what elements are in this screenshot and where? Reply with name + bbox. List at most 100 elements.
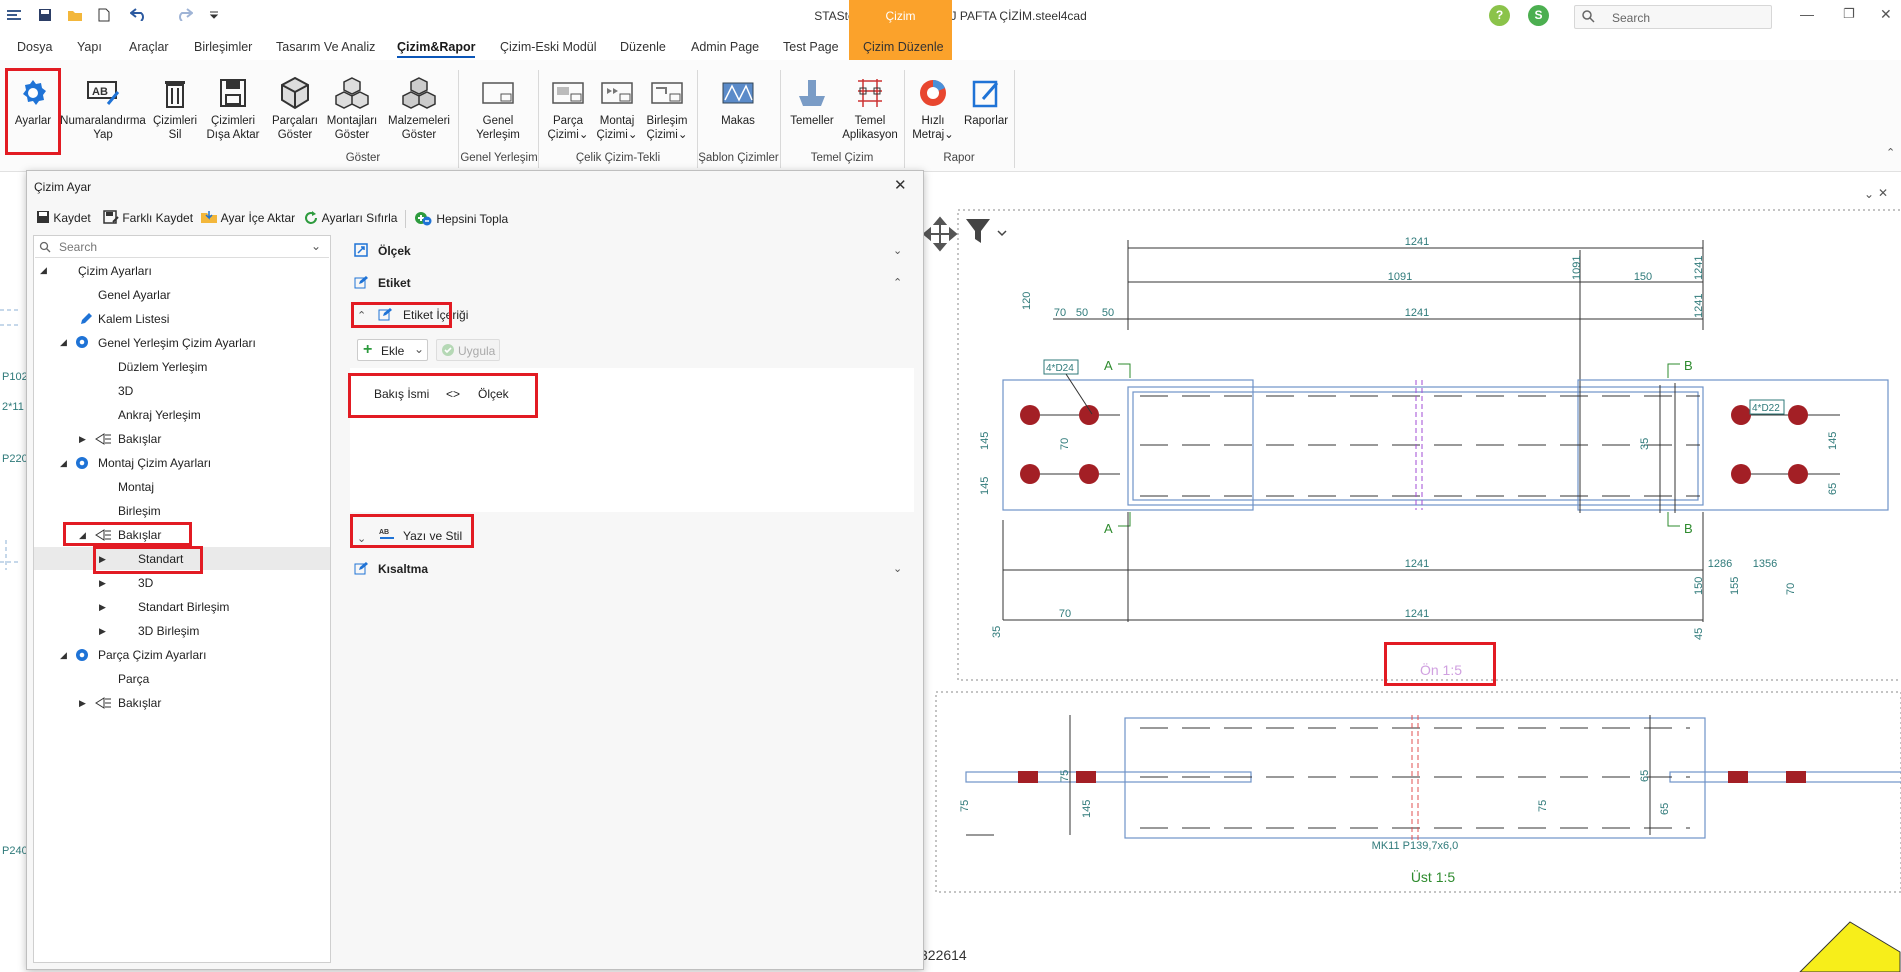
- collapse-all-icon: [415, 212, 432, 226]
- viewcube-corner: [1799, 921, 1901, 972]
- malzemeleri-goster-button[interactable]: Malzemeleri Göster: [384, 74, 454, 142]
- side-label: 2*11: [2, 401, 24, 413]
- kaydet-button[interactable]: Kaydet: [36, 210, 91, 225]
- tab-birlesimler[interactable]: Birleşimler: [194, 40, 252, 54]
- section-kisaltma[interactable]: Kısaltma: [378, 562, 428, 576]
- numbering-icon: AB: [60, 74, 146, 112]
- dim-text: 1241: [1405, 558, 1429, 570]
- cizimleri-disa-aktar-button[interactable]: Çizimleri Dışa Aktar: [202, 74, 264, 142]
- cizimleri-sil-button[interactable]: Çizimleri Sil: [151, 74, 199, 142]
- temeller-button[interactable]: Temeller: [786, 74, 838, 128]
- bolt-label-left: 4*D24: [1046, 363, 1074, 374]
- tree-search-input[interactable]: Search ⌄: [35, 237, 329, 258]
- chevron-down-icon[interactable]: ⌄: [311, 239, 321, 253]
- global-search-box[interactable]: Search: [1574, 5, 1772, 29]
- dim-text: 1091: [1388, 271, 1412, 283]
- tree-item-cizim-ayarlari[interactable]: Çizim Ayarları: [78, 264, 152, 278]
- minimize-button[interactable]: —: [1800, 6, 1814, 22]
- ekle-button[interactable]: + Ekle ⌄: [357, 339, 428, 361]
- tree-expander[interactable]: ▶: [79, 434, 86, 445]
- ayarlari-sifirla-button[interactable]: Ayarları Sıfırla: [304, 210, 397, 225]
- tab-araclar[interactable]: Araçlar: [129, 40, 169, 54]
- tree-item-genel-ayarlar[interactable]: Genel Ayarlar: [98, 288, 171, 302]
- dim-text: 50: [1102, 307, 1114, 319]
- canvas-collapse-icon[interactable]: ⌄: [1864, 187, 1874, 201]
- canvas-close-icon[interactable]: ✕: [1878, 186, 1888, 200]
- tab-dosya[interactable]: Dosya: [17, 40, 52, 54]
- tree-expander[interactable]: ◢: [60, 650, 67, 661]
- dim-text: 120: [1021, 292, 1033, 310]
- parca-cizimi-button[interactable]: Parça Çizimi⌄: [545, 74, 591, 142]
- search-icon: [39, 241, 51, 256]
- dim-text: 1241: [1693, 256, 1705, 280]
- montajlari-goster-button[interactable]: Montajları Göster: [323, 74, 381, 142]
- tree-expander[interactable]: ▶: [79, 698, 86, 709]
- tree-expander[interactable]: ◢: [60, 337, 67, 348]
- restore-button[interactable]: ❐: [1843, 6, 1855, 22]
- tree-expander[interactable]: ▶: [99, 602, 106, 613]
- makas-button[interactable]: Makas: [714, 74, 762, 128]
- tree-expander[interactable]: ◢: [60, 458, 67, 469]
- parcalari-goster-button[interactable]: Parçaları Göster: [270, 74, 320, 142]
- tree-item-bakislar-parca[interactable]: Bakışlar: [118, 696, 161, 710]
- dim-text: 1241: [1405, 307, 1429, 319]
- tree-item-standart-birlesim[interactable]: Standart Birleşim: [138, 600, 229, 614]
- ribbon-collapse-icon[interactable]: ⌃: [1886, 146, 1895, 159]
- user-avatar[interactable]: S: [1528, 5, 1549, 26]
- tree-item-birlesim[interactable]: Birleşim: [118, 504, 161, 518]
- tree-item-3d-birlesim[interactable]: 3D Birleşim: [138, 624, 199, 638]
- trash-icon: [151, 74, 199, 112]
- tree-item-bakislar[interactable]: Bakışlar: [118, 432, 161, 446]
- highlight-bakislar: [63, 522, 192, 546]
- tree-item-parca[interactable]: Parça: [118, 672, 149, 686]
- tree-item-kalem-listesi[interactable]: Kalem Listesi: [98, 312, 169, 326]
- tree-expander[interactable]: ◢: [40, 265, 47, 276]
- dialog-close-button[interactable]: ✕: [894, 176, 907, 194]
- hepsini-topla-button[interactable]: Hepsini Topla: [413, 210, 508, 226]
- tree-item-genel-yerlesim-cizim-ayarlari[interactable]: Genel Yerleşim Çizim Ayarları: [98, 336, 256, 350]
- tree-item-3d-montaj[interactable]: 3D: [138, 576, 153, 590]
- tree-item-duzlem-yerlesim[interactable]: Düzlem Yerleşim: [118, 360, 207, 374]
- tree-item-montaj[interactable]: Montaj: [118, 480, 154, 494]
- chevron-up-icon[interactable]: ⌃: [893, 276, 902, 289]
- dim-text: 1356: [1753, 558, 1777, 570]
- birlesim-cizimi-button[interactable]: Birleşim Çizimi⌄: [643, 74, 691, 142]
- tab-cizim-duzenle[interactable]: Çizim Düzenle: [863, 40, 944, 54]
- chevron-down-icon[interactable]: ⌄: [893, 562, 902, 575]
- close-window-button[interactable]: ✕: [1880, 6, 1892, 23]
- tab-admin-page[interactable]: Admin Page: [691, 40, 759, 54]
- uygula-button[interactable]: Uygula: [436, 339, 500, 361]
- tab-tasarim-analiz[interactable]: Tasarım Ve Analiz: [276, 40, 375, 54]
- tree-item-3d[interactable]: 3D: [118, 384, 133, 398]
- montaj-cizimi-button[interactable]: Montaj Çizimi⌄: [594, 74, 640, 142]
- tree-item-ankraj-yerlesim[interactable]: Ankraj Yerleşim: [118, 408, 201, 422]
- tab-yapi[interactable]: Yapı: [77, 40, 102, 54]
- views-icon: [94, 696, 112, 713]
- tab-duzenle[interactable]: Düzenle: [620, 40, 666, 54]
- tab-cizim-eski-modul[interactable]: Çizim-Eski Modül: [500, 40, 597, 54]
- cube-icon: [270, 74, 320, 112]
- hizli-metraj-button[interactable]: Hızlı Metraj⌄: [910, 74, 956, 142]
- filter-icon: [966, 219, 1007, 243]
- farkli-kaydet-button[interactable]: Farklı Kaydet: [103, 210, 193, 225]
- temel-aplikasyon-button[interactable]: Temel Aplikasyon: [840, 74, 900, 142]
- settings-panel: [346, 235, 918, 965]
- tree-item-parca-cizim-ayarlari[interactable]: Parça Çizim Ayarları: [98, 648, 206, 662]
- group-label-temel-cizim: Temel Çizim: [810, 152, 874, 164]
- tab-cizim-rapor[interactable]: Çizim&Rapor: [397, 40, 476, 58]
- import-folder-icon: [201, 211, 217, 223]
- help-icon[interactable]: ?: [1489, 5, 1510, 26]
- materials-icon: [384, 74, 454, 112]
- raporlar-button[interactable]: Raporlar: [960, 74, 1012, 128]
- ayar-ice-aktar-button[interactable]: Ayar İçe Aktar: [200, 210, 295, 225]
- genel-yerlesim-button[interactable]: Genel Yerleşim: [466, 74, 530, 142]
- tree-item-montaj-cizim-ayarlari[interactable]: Montaj Çizim Ayarları: [98, 456, 211, 470]
- tab-test-page[interactable]: Test Page: [783, 40, 839, 54]
- chevron-down-icon[interactable]: ⌄: [893, 244, 902, 257]
- section-olcek[interactable]: Ölçek: [378, 244, 411, 258]
- tree-expander[interactable]: ▶: [99, 626, 106, 637]
- tree-expander[interactable]: ▶: [99, 578, 106, 589]
- numaralandirma-button[interactable]: AB Numaralandırma Yap: [60, 74, 146, 142]
- section-etiket[interactable]: Etiket: [378, 276, 411, 290]
- dim-text: 65: [1827, 483, 1839, 495]
